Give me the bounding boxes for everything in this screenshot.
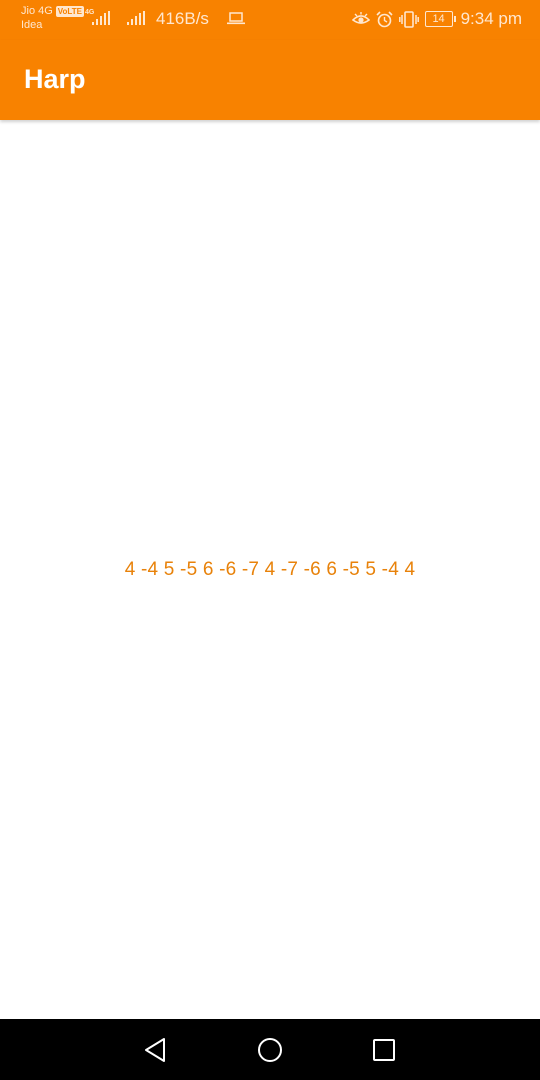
status-icons: 14 9:34 pm xyxy=(351,8,522,30)
laptop-icon xyxy=(227,12,245,25)
recents-icon xyxy=(373,1039,395,1061)
back-button[interactable] xyxy=(140,1035,170,1065)
alarm-icon xyxy=(375,10,393,27)
battery-icon: 14 xyxy=(424,11,456,27)
status-time: 9:34 pm xyxy=(460,9,522,28)
eye-icon xyxy=(351,12,370,24)
navigation-bar xyxy=(0,1019,540,1080)
home-icon xyxy=(258,1038,282,1062)
vibrate-icon xyxy=(398,10,419,28)
data-speed: 416B/s xyxy=(156,9,209,28)
app-title: Harp xyxy=(24,64,86,94)
status-bar: Jio 4G VoLTE Idea 4G 416B/s 14 9:34 pm xyxy=(0,0,540,40)
signal-icon xyxy=(92,11,110,25)
carrier-secondary: Idea xyxy=(21,19,43,31)
harp-notes-text: 4 -4 5 -5 6 -6 -7 4 -7 -6 6 -5 5 -4 4 xyxy=(124,559,416,580)
carrier-primary: Jio 4G xyxy=(21,5,53,17)
battery-level: 14 xyxy=(432,13,445,25)
volte-badge: VoLTE xyxy=(55,5,84,17)
recents-button[interactable] xyxy=(369,1035,399,1065)
back-icon xyxy=(145,1038,165,1062)
app-bar: Harp xyxy=(0,40,540,120)
carrier-info: Jio 4G VoLTE Idea xyxy=(21,4,84,32)
home-button[interactable] xyxy=(255,1035,285,1065)
signal-icon xyxy=(127,11,145,25)
